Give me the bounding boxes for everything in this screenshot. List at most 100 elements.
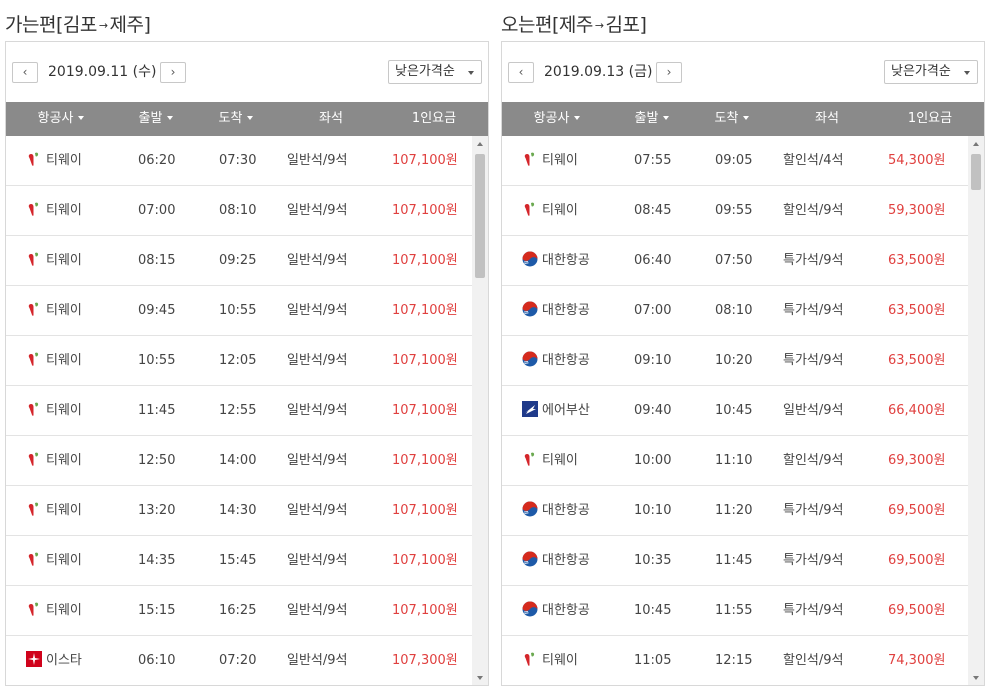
- fare-price: 107,100원: [392, 253, 458, 268]
- prev-date-button[interactable]: ‹: [508, 62, 534, 83]
- seat-info: 일반석/9석: [783, 403, 844, 418]
- depart-time: 06:40: [634, 253, 672, 268]
- table-header: 항공사 출발 도착 좌석 1인요금: [502, 102, 984, 136]
- airline-name: 대한항공: [542, 503, 590, 518]
- arrive-time: 09:05: [715, 153, 753, 168]
- flight-row[interactable]: 티웨이 06:20 07:30 일반석/9석 107,100원: [6, 136, 472, 186]
- flight-row[interactable]: 티웨이 09:45 10:55 일반석/9석 107,100원: [6, 286, 472, 336]
- flight-row[interactable]: 대한항공 06:40 07:50 특가석/9석 63,500원: [502, 236, 968, 286]
- flight-row[interactable]: 티웨이 11:05 12:15 할인석/9석 74,300원: [502, 636, 968, 685]
- sort-caret-icon: [247, 116, 254, 120]
- airline-cell: 대한항공: [522, 486, 622, 536]
- title-suffix: ]: [143, 14, 151, 36]
- date-label: 2019.09.11 (수): [48, 64, 157, 80]
- airline-name: 티웨이: [46, 253, 82, 268]
- next-date-button[interactable]: ›: [160, 62, 186, 83]
- airline-cell: 대한항공: [522, 286, 622, 336]
- airline-name: 티웨이: [46, 153, 82, 168]
- seat-info: 특가석/9석: [783, 553, 844, 568]
- header-depart[interactable]: 출발: [116, 102, 196, 136]
- airline-name: 이스타: [46, 653, 82, 668]
- sort-select[interactable]: 낮은가격순: [884, 60, 978, 84]
- flight-row[interactable]: 티웨이 07:55 09:05 할인석/4석 54,300원: [502, 136, 968, 186]
- next-date-button[interactable]: ›: [656, 62, 682, 83]
- header-seat: 좌석: [319, 111, 343, 126]
- airline-cell: 티웨이: [522, 436, 622, 486]
- flight-row[interactable]: 에어부산 09:40 10:45 일반석/9석 66,400원: [502, 386, 968, 436]
- flight-row[interactable]: 티웨이 08:45 09:55 할인석/9석 59,300원: [502, 186, 968, 236]
- airline-name: 티웨이: [46, 553, 82, 568]
- scroll-up-icon[interactable]: [472, 136, 488, 152]
- depart-time: 08:45: [634, 203, 672, 218]
- scroll-up-icon[interactable]: [968, 136, 984, 152]
- flight-row[interactable]: 티웨이 07:00 08:10 일반석/9석 107,100원: [6, 186, 472, 236]
- seat-info: 일반석/9석: [287, 253, 348, 268]
- outbound-box: ‹ 2019.09.11 (수) › 낮은가격순 항공사 출발 도착 좌석 1인…: [5, 41, 489, 686]
- flight-row[interactable]: 티웨이 12:50 14:00 일반석/9석 107,100원: [6, 436, 472, 486]
- tway-icon: [26, 289, 42, 316]
- scrollbar[interactable]: [968, 136, 984, 685]
- flight-row[interactable]: 티웨이 10:00 11:10 할인석/9석 69,300원: [502, 436, 968, 486]
- flight-row[interactable]: 대한항공 10:10 11:20 특가석/9석 69,500원: [502, 486, 968, 536]
- seat-info: 일반석/9석: [287, 653, 348, 668]
- tway-icon: [26, 589, 42, 616]
- scrollbar[interactable]: [472, 136, 488, 685]
- header-arrive[interactable]: 도착: [692, 102, 772, 136]
- chevron-down-icon: [964, 71, 970, 75]
- scroll-thumb[interactable]: [475, 154, 485, 278]
- airline-cell: 티웨이: [26, 436, 126, 486]
- fare-price: 69,500원: [888, 503, 946, 518]
- flight-row[interactable]: 대한항공 07:00 08:10 특가석/9석 63,500원: [502, 286, 968, 336]
- flight-row[interactable]: 대한항공 09:10 10:20 특가석/9석 63,500원: [502, 336, 968, 386]
- flight-row[interactable]: 티웨이 10:55 12:05 일반석/9석 107,100원: [6, 336, 472, 386]
- airline-name: 티웨이: [542, 453, 578, 468]
- header-price: 1인요금: [907, 111, 953, 126]
- header-airline[interactable]: 항공사: [502, 102, 612, 136]
- seat-info: 일반석/9석: [287, 353, 348, 368]
- tway-icon: [26, 339, 42, 366]
- title-from: 김포: [62, 14, 97, 36]
- flight-row[interactable]: 대한항공 10:35 11:45 특가석/9석 69,500원: [502, 536, 968, 586]
- prev-date-button[interactable]: ‹: [12, 62, 38, 83]
- seat-info: 일반석/9석: [287, 303, 348, 318]
- header-airline[interactable]: 항공사: [6, 102, 116, 136]
- seat-info: 일반석/9석: [287, 403, 348, 418]
- header-label: 도착: [714, 111, 739, 126]
- seat-info: 특가석/9석: [783, 603, 844, 618]
- fare-price: 107,100원: [392, 603, 458, 618]
- airline-name: 티웨이: [542, 153, 578, 168]
- flight-row[interactable]: 대한항공 10:45 11:55 특가석/9석 69,500원: [502, 586, 968, 636]
- arrive-time: 12:15: [715, 653, 753, 668]
- flight-row[interactable]: 티웨이 11:45 12:55 일반석/9석 107,100원: [6, 386, 472, 436]
- depart-time: 06:10: [138, 653, 176, 668]
- tway-icon: [26, 389, 42, 416]
- seat-info: 일반석/9석: [287, 453, 348, 468]
- air-busan-icon: [522, 389, 538, 417]
- arrive-time: 10:55: [219, 303, 257, 318]
- date-label: 2019.09.13 (금): [544, 64, 653, 80]
- depart-time: 10:35: [634, 553, 672, 568]
- header-depart[interactable]: 출발: [612, 102, 692, 136]
- flight-row[interactable]: 티웨이 13:20 14:30 일반석/9석 107,100원: [6, 486, 472, 536]
- airline-name: 티웨이: [46, 453, 82, 468]
- depart-time: 10:55: [138, 353, 176, 368]
- seat-info: 특가석/9석: [783, 353, 844, 368]
- flight-row[interactable]: 티웨이 15:15 16:25 일반석/9석 107,100원: [6, 586, 472, 636]
- airline-name: 티웨이: [542, 653, 578, 668]
- flight-row[interactable]: 티웨이 14:35 15:45 일반석/9석 107,100원: [6, 536, 472, 586]
- seat-info: 특가석/9석: [783, 503, 844, 518]
- flight-row[interactable]: 이스타 06:10 07:20 일반석/9석 107,300원: [6, 636, 472, 685]
- header-label: 출발: [634, 111, 659, 126]
- airline-cell: 티웨이: [26, 486, 126, 536]
- flight-row[interactable]: 티웨이 08:15 09:25 일반석/9석 107,100원: [6, 236, 472, 286]
- scroll-down-icon[interactable]: [968, 670, 984, 685]
- header-arrive[interactable]: 도착: [196, 102, 276, 136]
- seat-info: 일반석/9석: [287, 603, 348, 618]
- inbound-panel: 오는편[제주 → 김포] ‹ 2019.09.13 (금) › 낮은가격순 항공사 …: [501, 0, 985, 689]
- scroll-thumb[interactable]: [971, 154, 981, 190]
- korean-air-icon: [522, 239, 538, 267]
- korean-air-icon: [522, 489, 538, 517]
- scroll-down-icon[interactable]: [472, 670, 488, 685]
- sort-select[interactable]: 낮은가격순: [388, 60, 482, 84]
- depart-time: 10:10: [634, 503, 672, 518]
